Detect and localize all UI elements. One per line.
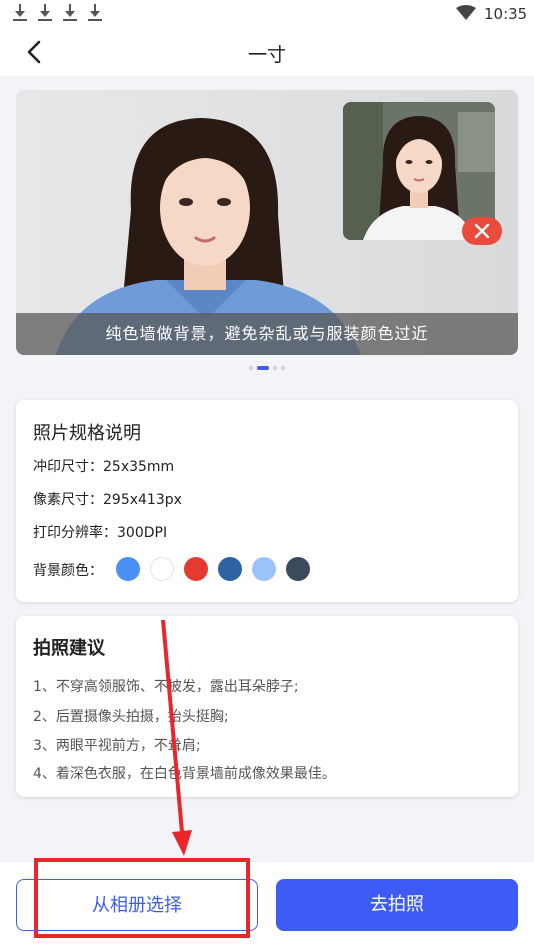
carousel-dot-active[interactable] xyxy=(257,366,269,370)
photo-spec-card: 照片规格说明 冲印尺寸：25x35mm 像素尺寸：295x413px 打印分辨率… xyxy=(16,400,518,602)
banner-caption: 纯色墙做背景，避免杂乱或与服装颜色过近 xyxy=(16,313,518,355)
download-icon xyxy=(62,4,78,22)
bg-color-swatch[interactable] xyxy=(286,557,310,581)
download-icon xyxy=(87,4,103,22)
download-icon xyxy=(37,4,53,22)
bg-color-swatch[interactable] xyxy=(116,557,140,581)
close-icon xyxy=(474,223,490,239)
page-title: 一寸 xyxy=(247,44,286,66)
header: 一寸 xyxy=(0,28,534,76)
carousel-dot[interactable] xyxy=(281,366,285,370)
resolution-text: 打印分辨率：300DPI xyxy=(33,525,168,541)
photo-advice-card: 拍照建议 1、不穿高领服饰、不披发，露出耳朵脖子; 2、后置摄像头拍摄，抬头挺胸… xyxy=(16,616,518,797)
wrong-example-badge xyxy=(462,217,502,245)
spec-title: 照片规格说明 xyxy=(33,423,141,444)
carousel-indicator xyxy=(0,366,534,370)
advice-item: 1、不穿高领服饰、不披发，露出耳朵脖子; xyxy=(33,679,299,695)
carousel-dot[interactable] xyxy=(273,366,277,370)
carousel-dot[interactable] xyxy=(249,366,253,370)
status-bar: 10:35 xyxy=(0,0,534,28)
bg-color-swatch[interactable] xyxy=(150,557,174,581)
advice-item: 4、着深色衣服，在白色背景墙前成像效果最佳。 xyxy=(33,766,336,782)
bg-color-swatch[interactable] xyxy=(184,557,208,581)
bg-color-swatches xyxy=(116,557,310,581)
annotation-highlight-box xyxy=(34,858,250,938)
bg-color-swatch[interactable] xyxy=(252,557,276,581)
download-icon xyxy=(12,4,28,22)
advice-item: 3、两眼平视前方，不耸肩; xyxy=(33,738,201,754)
status-time: 10:35 xyxy=(484,5,528,23)
bg-color-swatch[interactable] xyxy=(218,557,242,581)
notification-icons xyxy=(12,4,103,22)
advice-title: 拍照建议 xyxy=(33,638,105,659)
advice-item: 2、后置摄像头拍摄，抬头挺胸; xyxy=(33,709,229,725)
print-size-text: 冲印尺寸：25x35mm xyxy=(33,459,175,475)
wifi-icon xyxy=(456,5,476,20)
bg-color-label: 背景颜色： xyxy=(33,563,103,579)
take-photo-button[interactable]: 去拍照 xyxy=(276,879,518,931)
example-photo-banner[interactable]: 纯色墙做背景，避免杂乱或与服装颜色过近 xyxy=(16,90,518,355)
pixel-size-text: 像素尺寸：295x413px xyxy=(33,492,182,508)
